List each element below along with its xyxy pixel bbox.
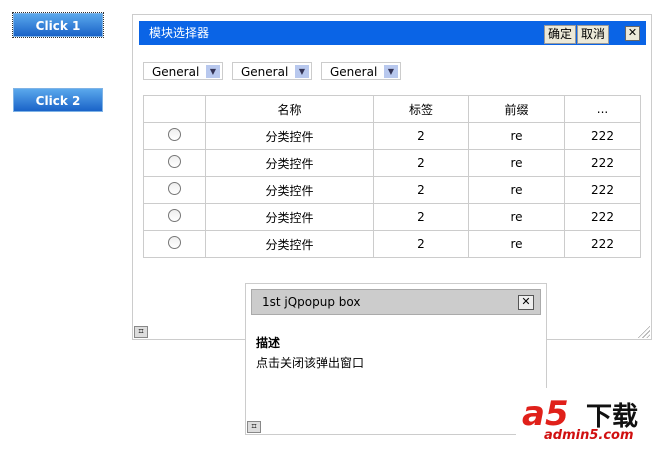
cell-prefix: re [468, 149, 565, 177]
radio-cell [143, 203, 206, 231]
resize-icon[interactable]: ⌗ [134, 326, 148, 338]
cell-extra: 222 [564, 203, 641, 231]
column-header [143, 95, 206, 123]
dialog-header[interactable]: 模块选择器 确定 取消 ✕ [139, 21, 646, 45]
close-icon[interactable]: ✕ [625, 26, 640, 41]
row-radio[interactable] [168, 182, 181, 195]
resize-grip[interactable] [636, 324, 650, 338]
cell-name: 分类控件 [205, 122, 374, 150]
select-1[interactable]: General ▼ [143, 62, 223, 80]
logo-domain: admin5.com [544, 428, 634, 443]
dialog-title: 模块选择器 [149, 26, 210, 40]
column-header: ... [564, 95, 641, 123]
cell-tag: 2 [373, 176, 469, 204]
cell-name: 分类控件 [205, 203, 374, 231]
cell-name: 分类控件 [205, 149, 374, 177]
chevron-down-icon: ▼ [295, 65, 309, 78]
chevron-down-icon: ▼ [206, 65, 220, 78]
column-header: 前缀 [468, 95, 565, 123]
radio-cell [143, 122, 206, 150]
chevron-down-icon: ▼ [384, 65, 398, 78]
popup-header[interactable]: 1st jQpopup box ✕ [251, 289, 541, 315]
select-value: General [330, 65, 378, 79]
table-row[interactable]: 分类控件 2 re 222 [143, 122, 641, 150]
cell-prefix: re [468, 176, 565, 204]
cell-prefix: re [468, 122, 565, 150]
cell-tag: 2 [373, 149, 469, 177]
cell-extra: 222 [564, 122, 641, 150]
cell-prefix: re [468, 230, 565, 258]
cell-name: 分类控件 [205, 230, 374, 258]
cell-name: 分类控件 [205, 176, 374, 204]
jqpopup-box: 1st jQpopup box ✕ 描述 点击关闭该弹出窗口 ⌗ [245, 283, 547, 435]
cell-tag: 2 [373, 122, 469, 150]
click-1-button[interactable]: Click 1 [12, 12, 104, 38]
select-3[interactable]: General ▼ [321, 62, 401, 80]
cancel-button[interactable]: 取消 [577, 25, 610, 44]
cell-extra: 222 [564, 230, 641, 258]
table-row[interactable]: 分类控件 2 re 222 [143, 149, 641, 177]
row-radio[interactable] [168, 236, 181, 249]
row-radio[interactable] [168, 128, 181, 141]
table-row[interactable]: 分类控件 2 re 222 [143, 203, 641, 231]
popup-heading: 描述 [256, 336, 281, 350]
radio-cell [143, 149, 206, 177]
popup-title: 1st jQpopup box [262, 295, 361, 309]
cell-tag: 2 [373, 230, 469, 258]
cell-extra: 222 [564, 176, 641, 204]
click-2-button[interactable]: Click 2 [13, 88, 103, 112]
table-row[interactable]: 分类控件 2 re 222 [143, 230, 641, 258]
popup-description: 点击关闭该弹出窗口 [256, 356, 365, 370]
row-radio[interactable] [168, 209, 181, 222]
select-2[interactable]: General ▼ [232, 62, 312, 80]
watermark-logo: a5 下载 admin5.com [516, 388, 662, 449]
table-row[interactable]: 分类控件 2 re 222 [143, 176, 641, 204]
row-radio[interactable] [168, 155, 181, 168]
table-header: 名称 标签 前缀 ... [143, 95, 641, 123]
cell-prefix: re [468, 203, 565, 231]
select-value: General [241, 65, 289, 79]
cell-extra: 222 [564, 149, 641, 177]
radio-cell [143, 176, 206, 204]
column-header: 标签 [373, 95, 469, 123]
resize-icon[interactable]: ⌗ [247, 421, 261, 433]
radio-cell [143, 230, 206, 258]
module-table: 名称 标签 前缀 ... 分类控件 2 re 222 分类控件 2 re 222 分类控件 2 re… [143, 95, 641, 258]
close-icon[interactable]: ✕ [518, 295, 534, 310]
cell-tag: 2 [373, 203, 469, 231]
select-value: General [152, 65, 200, 79]
confirm-button[interactable]: 确定 [544, 25, 577, 44]
column-header: 名称 [205, 95, 374, 123]
